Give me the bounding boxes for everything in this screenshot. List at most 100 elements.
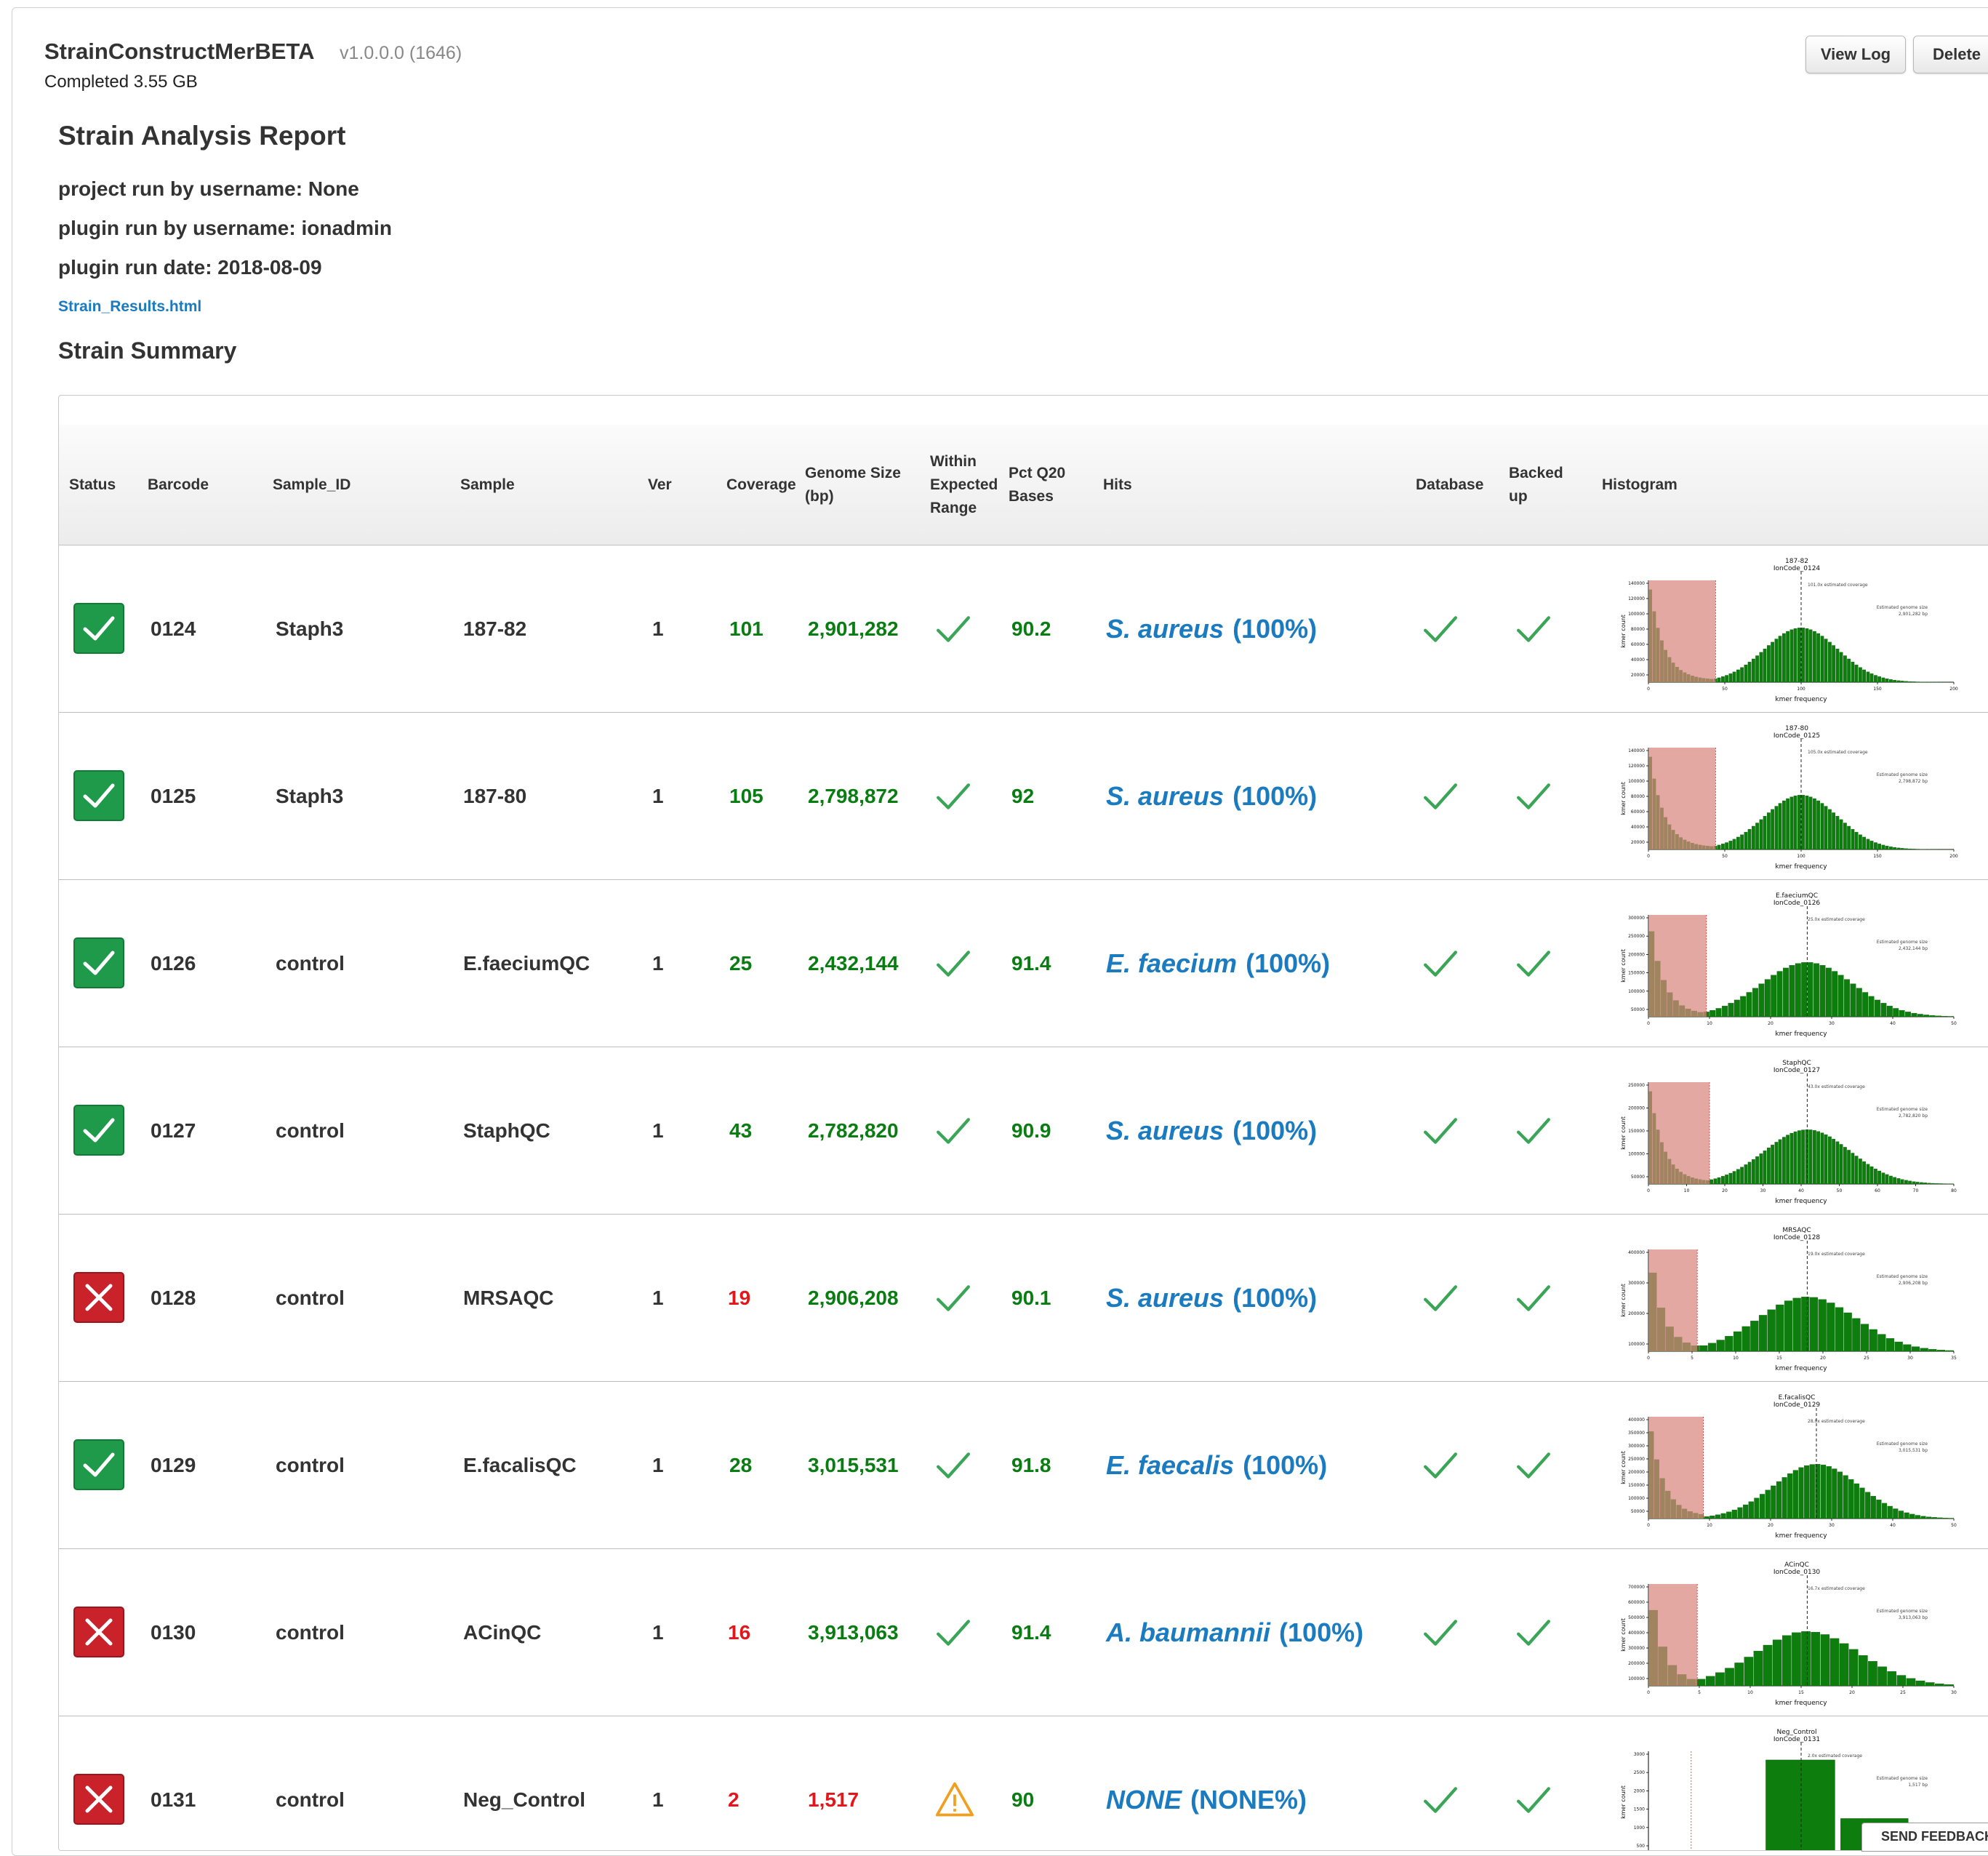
sample-id-cell: Staph3 [276, 545, 343, 712]
sample-cell: Neg_Control [463, 1716, 585, 1851]
hits-cell[interactable]: NONE(NONE%) [1106, 1716, 1307, 1851]
barcode-cell: 0130 [151, 1549, 196, 1716]
header-pct-q20[interactable]: Pct Q20Bases [1009, 425, 1065, 545]
histogram-title: ACinQC [1784, 1561, 1809, 1569]
histogram-bar [1715, 1515, 1720, 1519]
header-histogram[interactable]: Histogram [1602, 425, 1678, 545]
x-tick-label: 0 [1647, 1188, 1650, 1193]
header-database[interactable]: Database [1416, 425, 1483, 545]
histogram-bar [1897, 1676, 1906, 1686]
header-ver[interactable]: Ver [648, 425, 672, 545]
sample-id-cell: control [276, 1047, 345, 1214]
header-within-range[interactable]: WithinExpectedRange [930, 425, 998, 545]
histogram-bar [1721, 844, 1724, 849]
database-cell [1422, 713, 1459, 879]
histogram-coverage-note: 105.0x estimated coverage [1808, 750, 1868, 755]
header-backed-up[interactable]: Backedup [1509, 425, 1563, 545]
histogram-bar [1797, 628, 1800, 682]
histogram-chart[interactable]: MRSAQCIonCode_0128kmer frequencykmer cou… [1615, 1223, 1964, 1375]
check-icon [1515, 1781, 1552, 1819]
check-icon [934, 777, 972, 815]
histogram-ylabel: kmer count [1620, 782, 1627, 815]
x-tick-label: 15 [1776, 1356, 1782, 1361]
header-sample-id[interactable]: Sample_ID [273, 425, 350, 545]
ver-cell: 1 [652, 545, 664, 712]
histogram-title: StaphQC [1782, 1060, 1811, 1067]
histogram-bar [1912, 681, 1915, 682]
histogram-chart[interactable]: 187-80IonCode_0125kmer frequencykmer cou… [1615, 721, 1964, 873]
histogram-bar [1734, 1000, 1740, 1017]
histogram-subtitle: IonCode_0130 [1773, 1569, 1821, 1576]
hits-cell[interactable]: A. baumannii(100%) [1106, 1549, 1363, 1716]
histogram-bar [1755, 823, 1758, 849]
x-tick-label: 30 [1829, 1021, 1835, 1026]
histogram-bar [1729, 841, 1732, 849]
header-barcode[interactable]: Barcode [148, 425, 209, 545]
hits-cell[interactable]: S. aureus(100%) [1106, 713, 1317, 879]
check-icon [1422, 777, 1459, 815]
y-tick-label: 100000 [1628, 1342, 1645, 1347]
backed-up-cell [1515, 713, 1552, 879]
histogram-chart[interactable]: 187-82IonCode_0124kmer frequencykmer cou… [1615, 554, 1964, 705]
histogram-bar [1795, 964, 1801, 1017]
delete-button[interactable]: Delete [1913, 36, 1988, 73]
histogram-bar [1763, 816, 1766, 849]
header-genome-size[interactable]: Genome Size(bp) [805, 425, 901, 545]
header-status[interactable]: Status [69, 425, 116, 545]
header-hits[interactable]: Hits [1103, 425, 1132, 545]
x-tick-label: 0 [1647, 687, 1650, 692]
x-tick-label: 20 [1768, 1523, 1773, 1528]
y-tick-label: 600000 [1628, 1600, 1645, 1605]
histogram-bar [1811, 1632, 1820, 1686]
check-icon [1422, 1112, 1459, 1150]
strain-results-link[interactable]: Strain_Results.html [58, 298, 201, 316]
histogram-bar [1926, 1517, 1931, 1519]
hit-species: NONE [1106, 1785, 1182, 1815]
histogram-chart[interactable]: E.facalisQCIonCode_0129kmer frequencykme… [1615, 1391, 1964, 1542]
header-coverage[interactable]: Coverage [726, 425, 796, 545]
histogram-excluded-region [1648, 580, 1715, 682]
histogram-chart[interactable]: E.faeciumQCIonCode_0126kmer frequencykme… [1615, 889, 1964, 1040]
hits-cell[interactable]: S. aureus(100%) [1106, 1047, 1317, 1214]
histogram-bar [1847, 659, 1850, 682]
histogram-bar [1794, 1132, 1797, 1184]
hits-cell[interactable]: S. aureus(100%) [1106, 545, 1317, 712]
within-range-cell [934, 880, 972, 1047]
y-tick-label: 80000 [1631, 627, 1645, 632]
histogram-chart[interactable]: StaphQCIonCode_0127kmer frequencykmer co… [1615, 1056, 1964, 1207]
histogram-bar [1740, 996, 1746, 1017]
y-tick-label: 50000 [1631, 1509, 1645, 1514]
project-run-by: project run by username: None [58, 177, 359, 201]
sample-cell: MRSAQC [463, 1215, 553, 1381]
histogram-bar [1843, 655, 1846, 682]
histogram-bar [1877, 1667, 1886, 1686]
header-sample[interactable]: Sample [460, 425, 515, 545]
hits-cell[interactable]: E. faecium(100%) [1106, 880, 1330, 1047]
histogram-xlabel: kmer frequency [1775, 1198, 1827, 1205]
histogram-bar [1832, 1139, 1835, 1184]
view-log-button[interactable]: View Log [1805, 36, 1906, 73]
hit-percent: (100%) [1279, 1617, 1363, 1648]
y-tick-label: 140000 [1628, 581, 1645, 586]
histogram-bar [1874, 675, 1877, 682]
x-tick-label: 5 [1691, 1356, 1694, 1361]
histogram-bar [1740, 668, 1743, 682]
sample-id-cell: control [276, 880, 345, 1047]
histogram-bar [1893, 680, 1896, 682]
y-tick-label: 500 [1637, 1844, 1646, 1849]
status-pass-icon [73, 603, 124, 654]
histogram-xlabel: kmer frequency [1775, 1365, 1827, 1372]
histogram-ylabel: kmer count [1620, 1451, 1627, 1484]
histogram-bar [1907, 1679, 1915, 1686]
histogram-chart[interactable]: ACinQCIonCode_0130kmer frequencykmer cou… [1615, 1558, 1964, 1709]
histogram-bar [1854, 1484, 1859, 1519]
ver-cell: 1 [652, 1549, 664, 1716]
histogram-bar [1722, 1006, 1728, 1017]
histogram-bar [1714, 1179, 1717, 1184]
histogram-bar [1944, 1684, 1953, 1686]
send-feedback-tab[interactable]: SEND FEEDBACK [1861, 1823, 1988, 1852]
histogram-subtitle: IonCode_0125 [1773, 732, 1820, 740]
y-tick-label: 60000 [1631, 809, 1645, 815]
hits-cell[interactable]: E. faecalis(100%) [1106, 1382, 1327, 1548]
hits-cell[interactable]: S. aureus(100%) [1106, 1215, 1317, 1381]
